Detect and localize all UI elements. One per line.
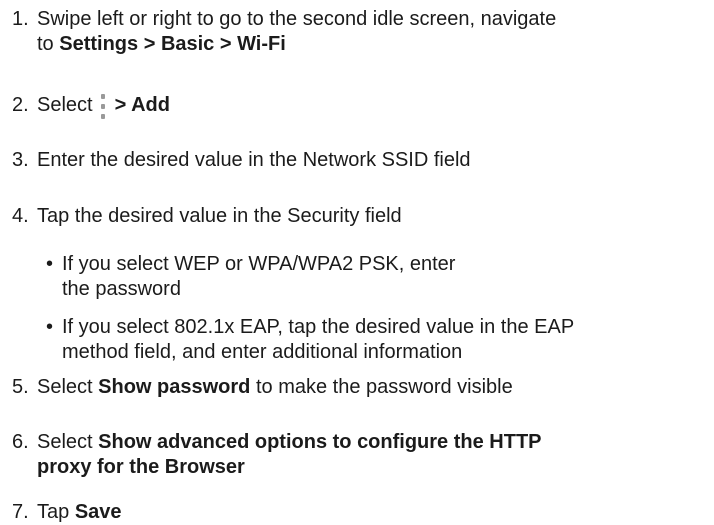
bullet-text: If you select WEP or WPA/WPA2 PSK, enter… (62, 252, 710, 302)
step-text: Select Show password to make the passwor… (37, 375, 709, 400)
step-number: 2. (12, 94, 29, 116)
step-number: 4. (12, 205, 29, 227)
advanced-options-label-cont: proxy for the Browser (37, 456, 245, 478)
step-line: Swipe left or right to go to the second … (37, 8, 557, 30)
step-line: to Settings > Basic > Wi-Fi (37, 32, 709, 57)
step-text-fragment: Tap (37, 501, 75, 523)
step-text: Select Show advanced options to configur… (37, 430, 709, 480)
step-text: Tap Save (37, 500, 709, 525)
save-label: Save (74, 501, 122, 523)
step-number: 1. (12, 8, 29, 30)
step-number: 5. (12, 376, 29, 398)
bullet-text: If you select 802.1x EAP, tap the desire… (62, 315, 710, 365)
add-label: > Add (114, 94, 170, 116)
bullet-line: If you select WEP or WPA/WPA2 PSK, enter (62, 253, 456, 275)
bullet-line: the password (62, 278, 181, 300)
bullet-line: If you select 802.1x EAP, tap the desire… (62, 316, 575, 338)
step-line: proxy for the Browser (37, 455, 709, 480)
step-text-fragment: to (37, 33, 60, 55)
instruction-document: 1. Swipe left or right to go to the seco… (0, 0, 714, 525)
kebab-menu-icon (97, 93, 109, 119)
show-password-label: Show password (98, 376, 251, 398)
step-number: 3. (12, 149, 29, 171)
step-text-fragment: Select (37, 431, 99, 453)
bullet-dot: • (46, 316, 54, 338)
step-text-fragment: Select (37, 376, 99, 398)
step-line: Select Show advanced options to configur… (37, 430, 709, 455)
step-text: Swipe left or right to go to the second … (37, 7, 709, 57)
step-text: Select > Add (37, 93, 709, 119)
step-number: 6. (12, 431, 29, 453)
bullet-line: method field, and enter additional infor… (62, 341, 463, 363)
advanced-options-label: Show advanced options to configure the H… (98, 431, 542, 453)
bullet-dot: • (46, 253, 54, 275)
step-text-fragment: to make the password visible (250, 376, 513, 398)
settings-path: Settings > Basic > Wi-Fi (59, 33, 286, 55)
step-text: Enter the desired value in the Network S… (37, 149, 471, 171)
step-text-fragment: Select (37, 94, 93, 116)
step-text: Tap the desired value in the Security fi… (37, 205, 402, 227)
step-number: 7. (12, 501, 29, 523)
